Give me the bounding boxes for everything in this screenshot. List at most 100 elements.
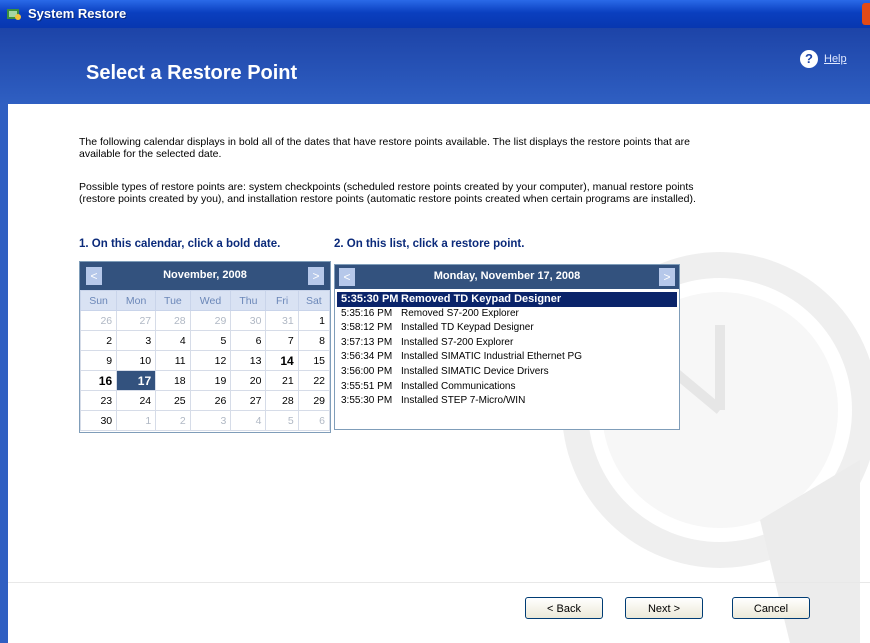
calendar-day[interactable]: 5 <box>265 410 299 431</box>
restore-point-description: Installed TD Keypad Designer <box>401 322 534 334</box>
restore-point-item[interactable]: 3:56:34 PM Installed SIMATIC Industrial E… <box>337 350 677 365</box>
weekday-header: Tue <box>155 290 191 311</box>
restore-point-time: 3:56:34 PM <box>341 351 393 363</box>
calendar-day[interactable]: 21 <box>265 370 299 391</box>
system-restore-icon <box>7 9 21 20</box>
restore-point-time: 3:55:51 PM <box>341 380 393 392</box>
footer-divider <box>8 582 870 583</box>
close-button[interactable] <box>862 3 870 25</box>
calendar-day[interactable]: 11 <box>155 350 191 371</box>
calendar-day[interactable]: 2 <box>79 330 118 351</box>
calendar-day[interactable]: 1 <box>116 410 157 431</box>
calendar-day[interactable]: 6 <box>230 330 267 351</box>
calendar-day[interactable]: 27 <box>116 310 157 331</box>
restore-point-description: Installed S7-200 Explorer <box>401 336 514 348</box>
next-button[interactable]: Next > <box>625 597 703 619</box>
weekday-header: Mon <box>116 290 157 311</box>
calendar-grid: Sun Mon Tue Wed Thu Fri Sat 26 27 28 29 30 31 1 2 3 4 5 6… <box>79 290 331 431</box>
restore-point-time: 3:56:00 PM <box>341 365 393 377</box>
title-bar: System Restore <box>0 0 870 28</box>
help-button[interactable]: ? Help <box>800 50 847 68</box>
calendar-day[interactable]: 28 <box>265 390 299 411</box>
calendar-day-selected[interactable]: 17 <box>116 370 157 391</box>
left-border <box>0 104 8 643</box>
calendar-day[interactable]: 26 <box>79 310 118 331</box>
calendar-day[interactable]: 16 <box>79 370 118 391</box>
weekday-header: Sat <box>297 290 331 311</box>
calendar-day[interactable]: 19 <box>189 370 232 391</box>
calendar-day[interactable]: 4 <box>230 410 267 431</box>
calendar-day[interactable]: 3 <box>189 410 232 431</box>
restore-point-time: 3:58:12 PM <box>341 322 393 334</box>
restore-point-list: < Monday, November 17, 2008 > 5:35:30 PM… <box>334 264 680 430</box>
calendar-day[interactable]: 23 <box>79 390 118 411</box>
wizard-header: Select a Restore Point ? Help <box>0 28 870 104</box>
restore-point-description: Removed TD Keypad Designer <box>401 293 562 305</box>
calendar-day[interactable]: 4 <box>155 330 191 351</box>
calendar-day[interactable]: 13 <box>230 350 267 371</box>
calendar-day[interactable]: 3 <box>116 330 157 351</box>
page-title: Select a Restore Point <box>86 62 298 84</box>
restore-point-item[interactable]: 3:56:00 PM Installed SIMATIC Device Drive… <box>337 365 677 380</box>
calendar-day[interactable]: 15 <box>297 350 331 371</box>
calendar-day[interactable]: 9 <box>79 350 118 371</box>
restore-list-items: 5:35:30 PM Removed TD Keypad Designer 5:35… <box>337 292 677 409</box>
calendar-day[interactable]: 25 <box>155 390 191 411</box>
calendar-day[interactable]: 12 <box>189 350 232 371</box>
calendar-day[interactable]: 31 <box>265 310 299 331</box>
cancel-button[interactable]: Cancel <box>732 597 810 619</box>
list-instruction: 2. On this list, click a restore point. <box>334 238 525 250</box>
restore-point-time: 5:35:30 PM <box>341 293 399 305</box>
calendar-day[interactable]: 24 <box>116 390 157 411</box>
calendar-month: November, 2008 <box>163 269 247 281</box>
calendar-day[interactable]: 14 <box>265 350 299 371</box>
back-button[interactable]: < Back <box>525 597 603 619</box>
calendar-day[interactable]: 2 <box>155 410 191 431</box>
calendar-day[interactable]: 1 <box>297 310 331 331</box>
restore-point-description: Installed STEP 7-Micro/WIN <box>401 395 526 407</box>
calendar-instruction: 1. On this calendar, click a bold date. <box>79 238 281 250</box>
help-link[interactable]: Help <box>824 53 847 65</box>
restore-point-item[interactable]: 5:35:16 PM Removed S7-200 Explorer <box>337 307 677 322</box>
restore-point-description: Installed SIMATIC Industrial Ethernet PG <box>401 351 583 363</box>
calendar-day[interactable]: 20 <box>230 370 267 391</box>
calendar-day[interactable]: 10 <box>116 350 157 371</box>
weekday-header: Thu <box>230 290 267 311</box>
calendar-day[interactable]: 27 <box>230 390 267 411</box>
restore-point-item[interactable]: 3:55:30 PM Installed STEP 7-Micro/WIN <box>337 394 677 409</box>
weekday-header: Fri <box>265 290 299 311</box>
calendar-day[interactable]: 8 <box>297 330 331 351</box>
calendar-header: < November, 2008 > <box>80 262 330 290</box>
restore-point-selected[interactable]: 5:35:30 PM Removed TD Keypad Designer <box>337 292 677 307</box>
intro-paragraph-1: The following calendar displays in bold … <box>79 136 690 160</box>
calendar-day[interactable]: 29 <box>189 310 232 331</box>
restore-point-item[interactable]: 3:57:13 PM Installed S7-200 Explorer <box>337 336 677 351</box>
restore-point-time: 5:35:16 PM <box>341 307 393 319</box>
help-icon: ? <box>800 50 818 68</box>
weekday-header: Sun <box>79 290 118 311</box>
calendar-day[interactable]: 29 <box>297 390 331 411</box>
calendar-day[interactable]: 6 <box>297 410 331 431</box>
next-day-button[interactable]: > <box>659 268 675 286</box>
weekday-header: Wed <box>189 290 232 311</box>
calendar-day[interactable]: 7 <box>265 330 299 351</box>
restore-point-description: Installed SIMATIC Device Drivers <box>401 365 549 377</box>
restore-list-header: < Monday, November 17, 2008 > <box>335 265 679 289</box>
restore-point-item[interactable]: 3:55:51 PM Installed Communications <box>337 380 677 395</box>
calendar-day[interactable]: 5 <box>189 330 232 351</box>
restore-point-item[interactable]: 3:58:12 PM Installed TD Keypad Designer <box>337 321 677 336</box>
calendar-day[interactable]: 22 <box>297 370 331 391</box>
restore-point-description: Installed Communications <box>401 380 516 392</box>
next-month-button[interactable]: > <box>308 267 324 285</box>
restore-point-time: 3:57:13 PM <box>341 336 393 348</box>
restore-point-time: 3:55:30 PM <box>341 395 393 407</box>
calendar-day[interactable]: 30 <box>79 410 118 431</box>
calendar-day[interactable]: 26 <box>189 390 232 411</box>
window-title: System Restore <box>28 6 127 21</box>
calendar-day[interactable]: 18 <box>155 370 191 391</box>
restore-list-date: Monday, November 17, 2008 <box>433 270 581 282</box>
intro-paragraph-2: Possible types of restore points are: sy… <box>79 181 696 205</box>
calendar-day[interactable]: 28 <box>155 310 191 331</box>
restore-point-description: Removed S7-200 Explorer <box>401 307 519 319</box>
calendar-day[interactable]: 30 <box>230 310 267 331</box>
